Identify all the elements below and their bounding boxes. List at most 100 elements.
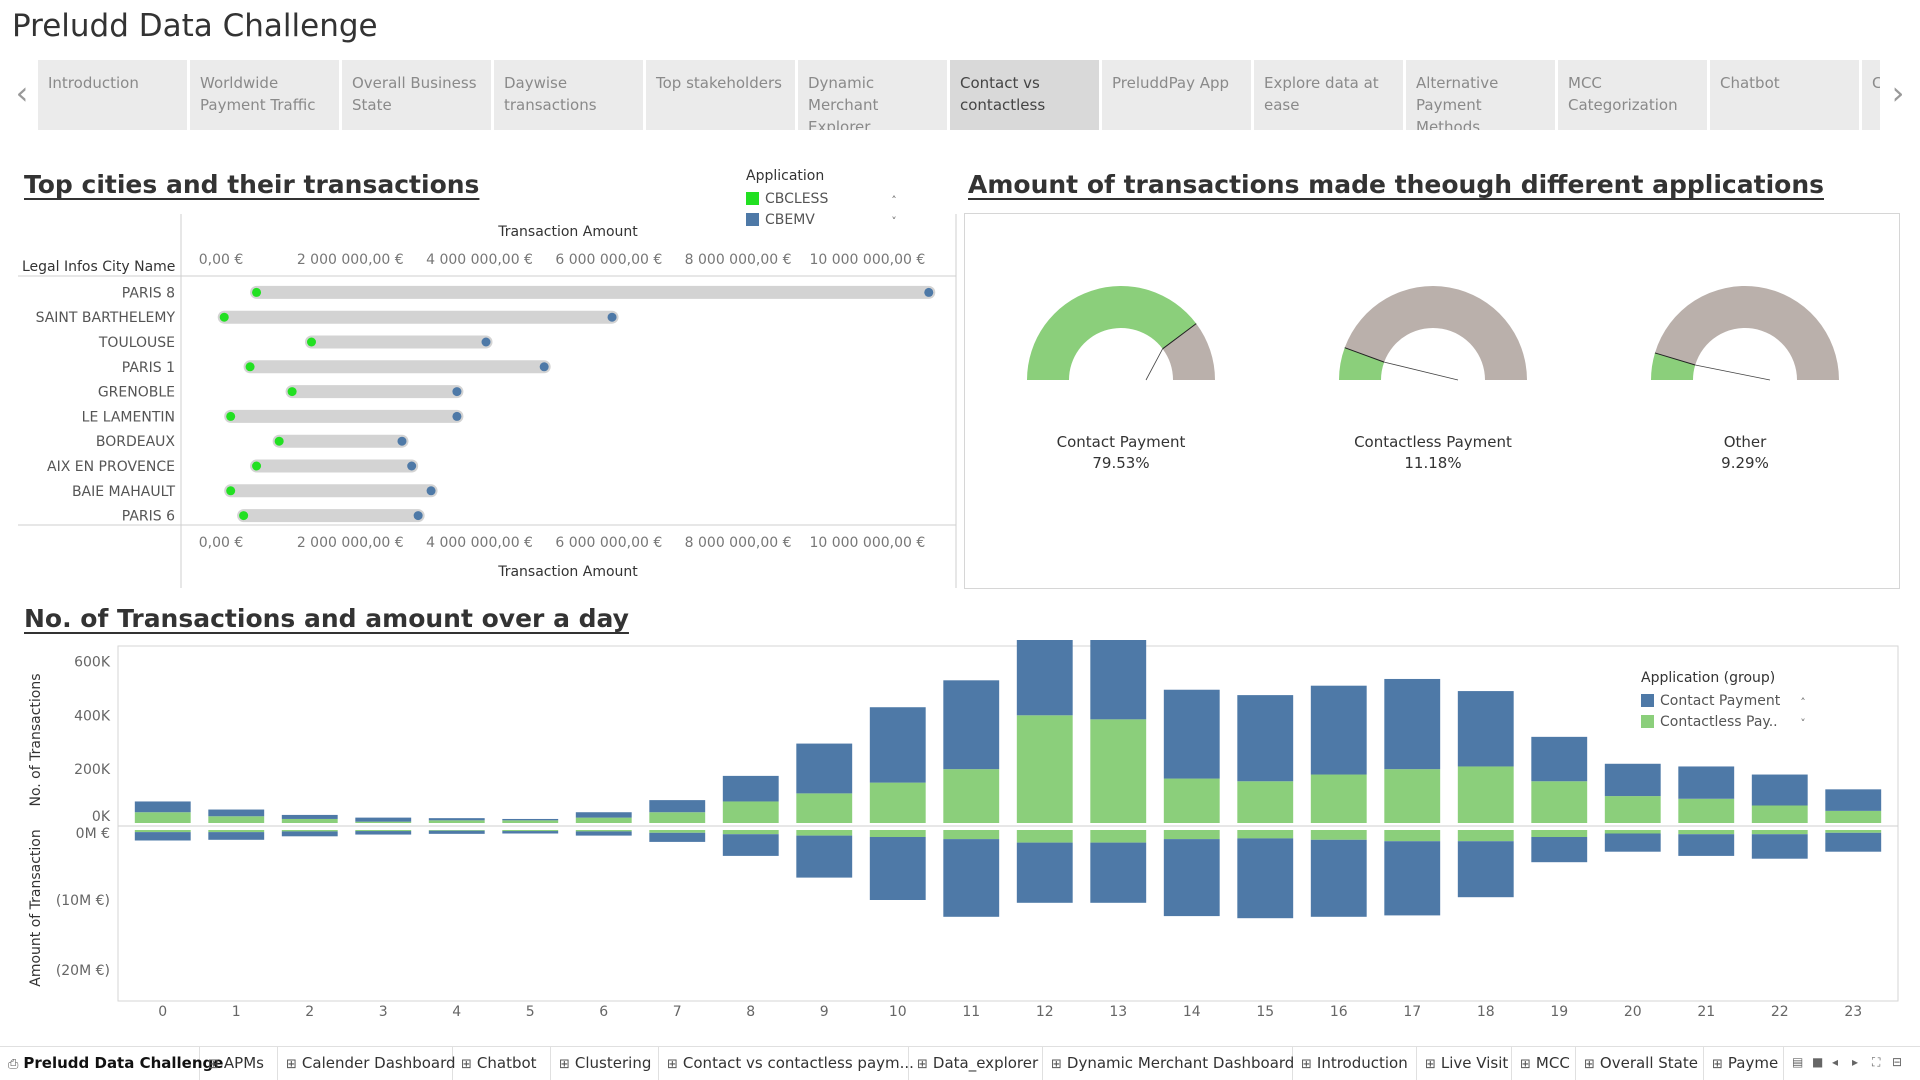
contactless-transactions-bar[interactable]	[1751, 805, 1808, 824]
contact-transactions-bar[interactable]	[722, 775, 779, 802]
contact-amount-bar[interactable]	[1678, 834, 1735, 856]
contactless-amount-bar[interactable]	[502, 830, 559, 832]
story-tab[interactable]: Chatbot	[1710, 60, 1859, 130]
contactless-transactions-bar[interactable]	[134, 812, 191, 823]
contactless-transactions-bar[interactable]	[1163, 778, 1220, 823]
contactless-amount-bar[interactable]	[1310, 830, 1367, 840]
contactless-amount-bar[interactable]	[208, 830, 265, 833]
cbemv-point[interactable]	[452, 411, 462, 421]
fullscreen-icon[interactable]: ⛶	[1872, 1055, 1880, 1070]
contact-amount-bar[interactable]	[1237, 838, 1294, 919]
contactless-transactions-bar[interactable]	[1678, 798, 1735, 823]
contact-amount-bar[interactable]	[281, 831, 338, 837]
contactless-transactions-bar[interactable]	[502, 820, 559, 823]
contactless-amount-bar[interactable]	[134, 830, 191, 833]
story-tab[interactable]: Alternative Payment Methods	[1406, 60, 1555, 130]
contactless-amount-bar[interactable]	[869, 830, 926, 837]
cbcless-point[interactable]	[252, 461, 262, 471]
contact-amount-bar[interactable]	[355, 831, 412, 835]
cbcless-point[interactable]	[252, 287, 262, 297]
story-tab[interactable]: Introduction	[38, 60, 187, 130]
contactless-transactions-bar[interactable]	[1384, 769, 1441, 823]
story-tab[interactable]: Daywise transactions	[494, 60, 643, 130]
contact-amount-bar[interactable]	[1825, 832, 1882, 852]
contact-transactions-bar[interactable]	[1751, 774, 1808, 806]
contactless-amount-bar[interactable]	[1163, 830, 1220, 840]
contact-amount-bar[interactable]	[208, 832, 265, 840]
contact-transactions-bar[interactable]	[502, 818, 559, 821]
story-tab[interactable]: MCC Categorization	[1558, 60, 1707, 130]
sheet-tab[interactable]: ⊞ MCC	[1512, 1047, 1576, 1080]
contactless-amount-bar[interactable]	[1090, 830, 1147, 843]
contact-transactions-bar[interactable]	[1457, 691, 1514, 767]
contact-transactions-bar[interactable]	[1384, 678, 1441, 770]
contact-transactions-bar[interactable]	[1604, 763, 1661, 797]
cbemv-point[interactable]	[607, 312, 617, 322]
contact-transactions-bar[interactable]	[796, 743, 853, 794]
contactless-amount-bar[interactable]	[1604, 830, 1661, 834]
contactless-transactions-bar[interactable]	[575, 817, 632, 823]
cbcless-point[interactable]	[306, 337, 316, 347]
contact-amount-bar[interactable]	[1751, 834, 1808, 859]
sheet-tab[interactable]: ⊞ Introduction	[1293, 1047, 1417, 1080]
contact-transactions-bar[interactable]	[1163, 689, 1220, 779]
contactless-amount-bar[interactable]	[943, 830, 1000, 840]
contact-amount-bar[interactable]	[869, 837, 926, 900]
contactless-transactions-bar[interactable]	[1016, 715, 1073, 823]
contactless-amount-bar[interactable]	[1751, 830, 1808, 835]
sheet-tab[interactable]: ⊞ Calender Dashboard	[278, 1047, 456, 1080]
sheet-tab[interactable]: ⊞ Chatbot	[453, 1047, 551, 1080]
contactless-amount-bar[interactable]	[355, 830, 412, 832]
contact-transactions-bar[interactable]	[355, 817, 412, 822]
contactless-amount-bar[interactable]	[1384, 830, 1441, 842]
story-tab[interactable]: Top stakeholders	[646, 60, 795, 130]
contact-transactions-bar[interactable]	[649, 800, 706, 813]
contactless-amount-bar[interactable]	[1237, 830, 1294, 839]
cbcless-point[interactable]	[226, 486, 236, 496]
contact-amount-bar[interactable]	[796, 835, 853, 878]
sheet-tab[interactable]: ⊞ APMs	[200, 1047, 278, 1080]
contact-transactions-bar[interactable]	[575, 812, 632, 818]
sheet-tab[interactable]: ⊞ Dynamic Merchant Dashboard	[1043, 1047, 1294, 1080]
contactless-amount-bar[interactable]	[796, 830, 853, 836]
contact-amount-bar[interactable]	[1604, 833, 1661, 852]
cbemv-point[interactable]	[924, 287, 934, 297]
story-tab[interactable]: PreluddPay App	[1102, 60, 1251, 130]
contact-transactions-bar[interactable]	[1825, 789, 1882, 811]
contact-amount-bar[interactable]	[1163, 839, 1220, 917]
contact-amount-bar[interactable]	[1016, 842, 1073, 903]
legend-item[interactable]: Contact Payment	[1641, 690, 1780, 711]
contact-amount-bar[interactable]	[1457, 841, 1514, 898]
cbcless-point[interactable]	[239, 511, 249, 521]
cbcless-point[interactable]	[219, 312, 229, 322]
sheet-tab[interactable]: ⎙ Preludd Data Challenge	[0, 1047, 223, 1080]
contact-transactions-bar[interactable]	[1531, 736, 1588, 782]
contactless-transactions-bar[interactable]	[355, 821, 412, 823]
contactless-transactions-bar[interactable]	[1457, 766, 1514, 823]
contact-transactions-bar[interactable]	[428, 818, 485, 821]
contactless-transactions-bar[interactable]	[281, 818, 338, 823]
contactless-transactions-bar[interactable]	[1237, 781, 1294, 823]
contact-amount-bar[interactable]	[1310, 839, 1367, 917]
story-tab[interactable]: C	[1862, 60, 1880, 130]
contactless-transactions-bar[interactable]	[722, 801, 779, 823]
sheet-tab[interactable]: ⊞ Clustering	[551, 1047, 659, 1080]
cbcless-point[interactable]	[287, 387, 297, 397]
cbemv-point[interactable]	[539, 362, 549, 372]
contact-transactions-bar[interactable]	[281, 814, 338, 819]
contact-amount-bar[interactable]	[943, 839, 1000, 917]
cbemv-point[interactable]	[452, 387, 462, 397]
contact-amount-bar[interactable]	[502, 831, 559, 834]
contactless-amount-bar[interactable]	[428, 830, 485, 831]
sheet-tab[interactable]: ⊞ Data_explorer	[909, 1047, 1043, 1080]
contact-amount-bar[interactable]	[649, 832, 706, 842]
contactless-transactions-bar[interactable]	[1090, 719, 1147, 823]
contactless-transactions-bar[interactable]	[796, 793, 853, 823]
story-tab[interactable]: Explore data at ease	[1254, 60, 1403, 130]
contactless-transactions-bar[interactable]	[1310, 774, 1367, 823]
cbcless-point[interactable]	[245, 362, 255, 372]
contactless-transactions-bar[interactable]	[649, 812, 706, 823]
cbemv-point[interactable]	[397, 436, 407, 446]
contactless-transactions-bar[interactable]	[208, 816, 265, 823]
scroll-up-icon[interactable]: ˄	[1796, 692, 1810, 713]
